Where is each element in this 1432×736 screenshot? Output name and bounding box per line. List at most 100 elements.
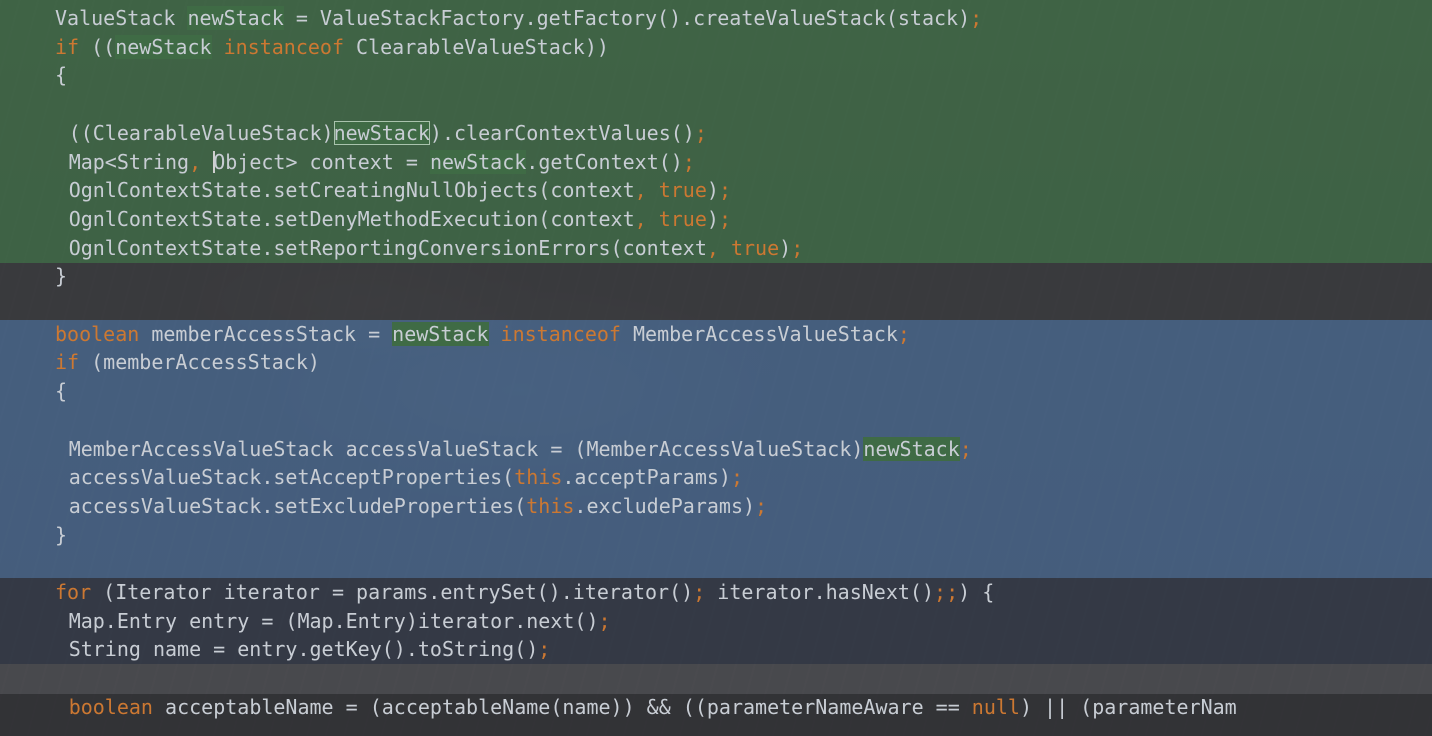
code-token: OgnlContextState.setDenyMethodExecution(… xyxy=(68,206,635,231)
code-punctuation: ; xyxy=(755,493,768,518)
code-line[interactable]: for (Iterator iterator = params.entrySet… xyxy=(55,578,994,607)
code-token: ValueStack xyxy=(55,6,188,30)
code-token: = ValueStackFactory.getFactory().createV… xyxy=(283,6,971,30)
code-line[interactable]: OgnlContextState.setCreatingNullObjects(… xyxy=(69,176,731,205)
code-token: (memberAccessStack) xyxy=(79,350,320,375)
code-token: accessValueStack.setExcludeProperties( xyxy=(68,493,527,518)
code-line[interactable]: { xyxy=(55,377,67,406)
code-token: Map.Entry entry = (Map.Entry)iterator.ne… xyxy=(68,608,599,633)
code-token: .acceptParams) xyxy=(562,465,731,490)
code-token: OgnlContextState.setCreatingNullObjects(… xyxy=(68,178,635,203)
code-punctuation: , xyxy=(634,178,647,203)
code-line[interactable]: } xyxy=(55,521,67,550)
code-line[interactable]: OgnlContextState.setDenyMethodExecution(… xyxy=(69,205,731,234)
code-line[interactable]: boolean memberAccessStack = newStack ins… xyxy=(55,320,910,349)
code-keyword: instanceof xyxy=(500,321,621,346)
code-punctuation: ; xyxy=(791,235,804,260)
code-line[interactable]: Map<String, Object> context = newStack.g… xyxy=(69,148,695,177)
code-token: (( xyxy=(79,34,116,59)
code-punctuation: ; xyxy=(959,436,972,461)
code-token: Map<String xyxy=(68,149,190,174)
code-token: ) xyxy=(706,178,719,203)
code-keyword: this xyxy=(526,493,575,518)
code-identifier-highlight: newStack xyxy=(115,34,212,59)
code-keyword: true xyxy=(730,235,780,260)
code-keyword: instanceof xyxy=(223,34,345,59)
code-token: String name = entry.getKey().toString() xyxy=(68,637,539,662)
code-punctuation: , xyxy=(634,206,647,231)
code-token: ) { xyxy=(958,580,995,604)
code-line[interactable]: accessValueStack.setAcceptProperties(thi… xyxy=(69,463,743,492)
code-line[interactable]: } xyxy=(55,262,67,291)
code-identifier-highlight: newStack xyxy=(863,436,960,461)
region-gray xyxy=(0,263,1432,320)
code-token: acceptableName = (acceptableName(name)) … xyxy=(152,694,972,719)
code-punctuation: ; xyxy=(694,120,707,145)
code-line[interactable]: if (memberAccessStack) xyxy=(55,348,320,377)
code-keyword: true xyxy=(658,178,707,203)
code-line[interactable]: if ((newStack instanceof ClearableValueS… xyxy=(55,33,609,62)
code-token: OgnlContextState.setReportingConversionE… xyxy=(68,235,707,260)
code-token: ClearableValueStack)) xyxy=(344,34,609,59)
code-keyword: if xyxy=(55,34,80,59)
code-line[interactable]: accessValueStack.setExcludeProperties(th… xyxy=(69,492,767,521)
code-punctuation: ; xyxy=(598,608,611,633)
code-identifier-highlight: newStack xyxy=(333,120,430,145)
code-keyword: this xyxy=(514,465,563,490)
code-punctuation: ; xyxy=(718,178,731,203)
code-identifier-highlight: newStack xyxy=(187,6,284,30)
code-line[interactable]: ValueStack newStack = ValueStackFactory.… xyxy=(55,4,982,33)
code-line[interactable]: { xyxy=(55,61,67,90)
code-punctuation: ; xyxy=(538,637,551,662)
code-punctuation: ; xyxy=(934,580,947,604)
code-token: ).clearContextValues() xyxy=(429,120,695,145)
code-keyword: true xyxy=(658,206,707,231)
code-punctuation: ; xyxy=(970,6,983,30)
code-token: { xyxy=(55,63,68,88)
code-editor[interactable]: ValueStack newStack = ValueStackFactory.… xyxy=(0,0,1432,736)
code-punctuation: ; xyxy=(693,580,706,604)
code-identifier-highlight: newStack xyxy=(392,321,489,346)
code-token: accessValueStack.setAcceptProperties( xyxy=(68,465,515,490)
code-token: MemberAccessValueStack xyxy=(620,321,898,346)
code-punctuation: , xyxy=(189,149,202,174)
code-token: ) xyxy=(706,206,719,231)
code-token: ((ClearableValueStack) xyxy=(68,120,334,145)
code-punctuation: , xyxy=(706,235,719,260)
code-line[interactable]: String name = entry.getKey().toString(); xyxy=(69,635,551,664)
code-keyword: for xyxy=(55,580,92,604)
code-punctuation: ; xyxy=(718,206,731,231)
code-token: iterator.hasNext() xyxy=(705,580,935,604)
code-keyword: boolean xyxy=(68,694,153,719)
code-token: ) || (parameterNam xyxy=(1019,694,1237,719)
code-line[interactable]: Map.Entry entry = (Map.Entry)iterator.ne… xyxy=(69,607,611,636)
code-token: memberAccessStack = xyxy=(139,321,393,346)
code-line[interactable]: OgnlContextState.setReportingConversionE… xyxy=(69,234,804,263)
code-token: .excludeParams) xyxy=(574,493,756,518)
code-token: Object> context = xyxy=(213,149,430,174)
code-line[interactable]: ((ClearableValueStack)newStack).clearCon… xyxy=(69,119,707,148)
code-token: (Iterator iterator = params.entrySet().i… xyxy=(91,580,694,604)
code-punctuation: ; xyxy=(730,465,744,490)
code-identifier-highlight: newStack xyxy=(429,149,527,174)
code-punctuation: ; xyxy=(682,149,695,174)
code-token: } xyxy=(55,264,68,289)
code-token: ) xyxy=(779,235,792,260)
code-line[interactable]: boolean acceptableName = (acceptableName… xyxy=(69,693,1237,722)
code-token: { xyxy=(55,379,68,404)
code-token: MemberAccessValueStack accessValueStack … xyxy=(68,436,864,461)
code-keyword: boolean xyxy=(55,321,140,346)
code-line[interactable]: MemberAccessValueStack accessValueStack … xyxy=(69,435,972,464)
code-token: } xyxy=(55,522,68,547)
code-token: .getContext() xyxy=(526,149,683,174)
code-punctuation: ; xyxy=(897,321,910,346)
code-punctuation: ; xyxy=(946,580,959,604)
code-keyword: null xyxy=(971,694,1020,719)
code-keyword: if xyxy=(55,350,80,375)
